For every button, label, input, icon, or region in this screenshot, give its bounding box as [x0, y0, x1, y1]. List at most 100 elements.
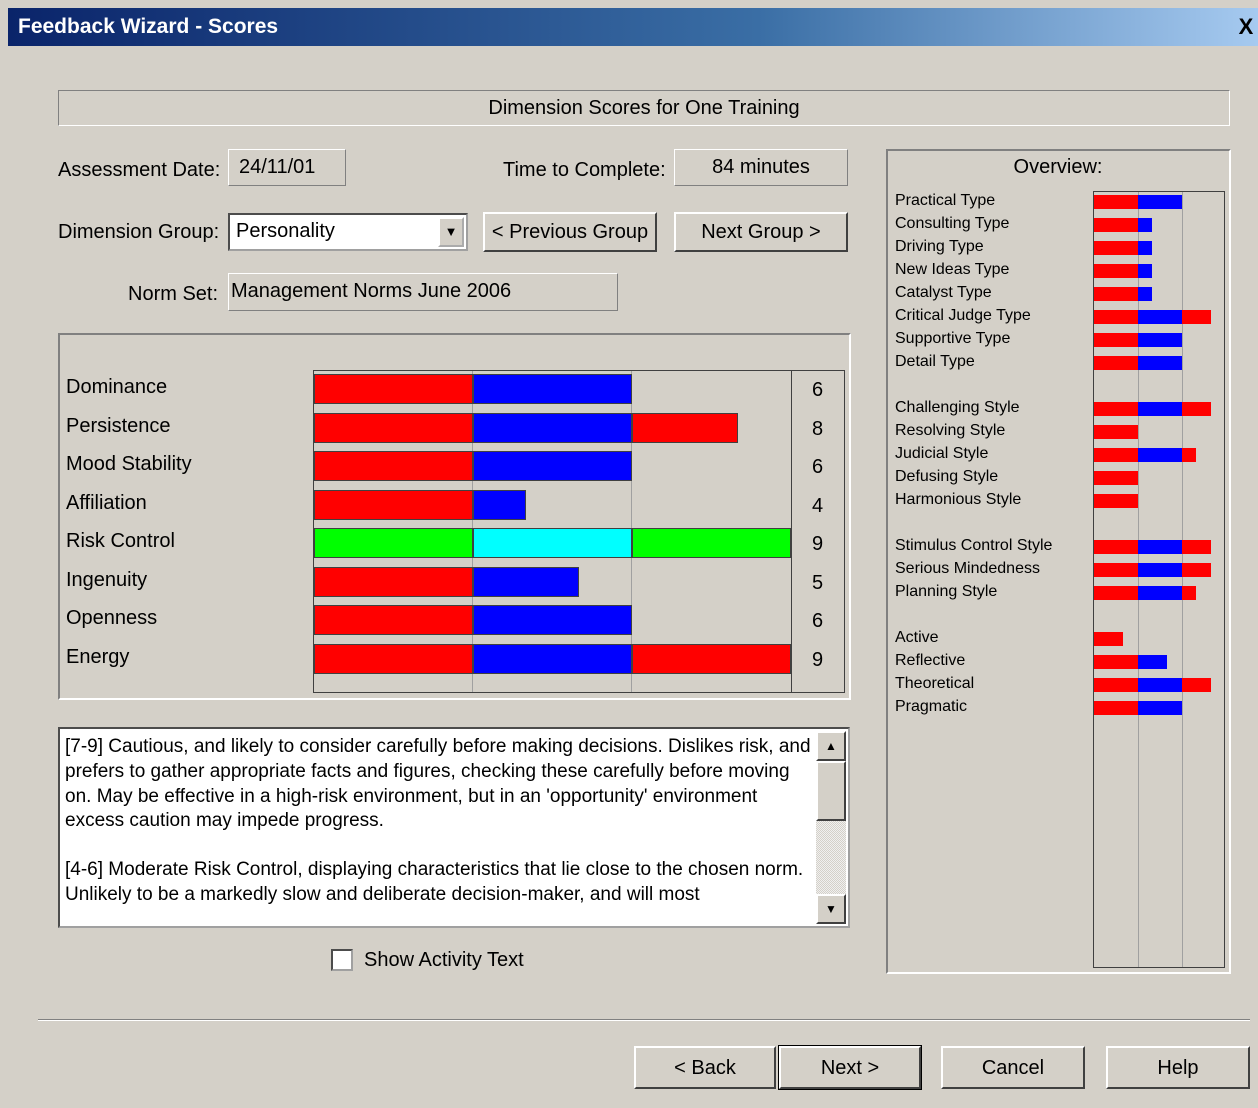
overview-bar-segment [1138, 655, 1167, 669]
overview-bar-segment [1138, 563, 1182, 577]
overview-chart-area [1093, 191, 1225, 968]
score-bar-segment[interactable] [473, 451, 632, 481]
score-bar-segment[interactable] [473, 605, 632, 635]
score-bar-segment[interactable] [632, 412, 738, 443]
score-bar-segment[interactable] [473, 489, 526, 520]
description-scrollbar[interactable]: ▲ ▼ [816, 731, 846, 924]
score-bar-segment[interactable] [632, 528, 791, 558]
overview-item-label: Planning Style [895, 583, 998, 600]
score-label[interactable]: Energy [66, 645, 129, 669]
score-value: 6 [812, 379, 824, 401]
score-bar-segment[interactable] [314, 528, 473, 558]
overview-item-label: Consulting Type [895, 215, 1010, 232]
overview-bar-segment [1138, 701, 1182, 715]
overview-item-label: Detail Type [895, 353, 975, 370]
scroll-up-icon[interactable]: ▲ [816, 731, 846, 761]
overview-bar-segment [1094, 586, 1138, 600]
overview-bar-segment [1138, 264, 1153, 278]
overview-bar-segment [1094, 632, 1124, 646]
score-label[interactable]: Risk Control [66, 529, 175, 553]
score-bar-segment[interactable] [314, 566, 473, 597]
score-bar-segment[interactable] [314, 412, 473, 443]
description-paragraph-1: [7-9] Cautious, and likely to consider c… [65, 736, 811, 832]
overview-bar-segment [1094, 678, 1138, 692]
overview-bar-segment [1094, 540, 1138, 554]
next-group-button[interactable]: Next Group > [674, 212, 848, 252]
score-label[interactable]: Mood Stability [66, 452, 192, 476]
help-button[interactable]: Help [1106, 1046, 1250, 1089]
norm-set-value: Management Norms June 2006 [228, 273, 618, 311]
score-bar-segment[interactable] [473, 566, 579, 597]
overview-gridline [1138, 192, 1139, 967]
norm-set-label: Norm Set: [128, 283, 219, 305]
score-bar-segment[interactable] [473, 374, 632, 404]
overview-item-label: Active [895, 629, 939, 646]
dimension-group-select[interactable]: Personality ▼ [228, 213, 468, 251]
overview-bar-segment [1094, 195, 1138, 209]
overview-item-label: Serious Mindedness [895, 560, 1040, 577]
overview-bar-segment [1094, 471, 1138, 485]
score-bar-segment[interactable] [473, 528, 632, 558]
next-button[interactable]: Next > [778, 1045, 922, 1090]
score-value: 6 [812, 610, 824, 632]
dimension-group-label: Dimension Group: [58, 221, 220, 243]
previous-group-button[interactable]: < Previous Group [483, 212, 657, 252]
score-value: 9 [812, 533, 824, 555]
cancel-button[interactable]: Cancel [941, 1046, 1085, 1089]
overview-bar-segment [1094, 356, 1138, 370]
overview-item-label: Catalyst Type [895, 284, 992, 301]
overview-item-label: Critical Judge Type [895, 307, 1031, 324]
dropdown-arrow-icon[interactable]: ▼ [438, 217, 464, 247]
overview-bar-segment [1094, 310, 1138, 324]
score-label[interactable]: Openness [66, 606, 157, 630]
section-heading: Dimension Scores for One Training [58, 90, 1230, 126]
close-icon[interactable]: X [1234, 10, 1258, 44]
dimension-description[interactable]: [7-9] Cautious, and likely to consider c… [58, 727, 850, 928]
score-bar-segment[interactable] [314, 489, 473, 520]
overview-item-label: Stimulus Control Style [895, 537, 1053, 554]
window-title: Feedback Wizard - Scores [18, 15, 279, 38]
scroll-down-icon[interactable]: ▼ [816, 894, 846, 924]
chart-score-divider [791, 371, 792, 692]
show-activity-text-checkbox[interactable] [331, 949, 353, 971]
overview-bar-segment [1138, 448, 1182, 462]
overview-title: Overview: [1013, 156, 1103, 178]
score-label[interactable]: Affiliation [66, 491, 147, 515]
overview-item-label: Judicial Style [895, 445, 989, 462]
back-button[interactable]: < Back [634, 1046, 776, 1089]
overview-bar-segment [1182, 540, 1211, 554]
scroll-thumb[interactable] [816, 761, 846, 821]
score-label[interactable]: Persistence [66, 414, 171, 438]
overview-item-label: Driving Type [895, 238, 984, 255]
overview-bar-segment [1094, 448, 1138, 462]
overview-bar-segment [1138, 586, 1182, 600]
score-bar-segment[interactable] [632, 643, 791, 674]
time-to-complete-label: Time to Complete: [503, 159, 666, 181]
score-bar-segment[interactable] [473, 412, 632, 443]
overview-item-label: New Ideas Type [895, 261, 1010, 278]
overview-bar-segment [1094, 333, 1138, 347]
show-activity-text-label[interactable]: Show Activity Text [364, 948, 524, 972]
assessment-date-label: Assessment Date: [58, 159, 221, 181]
overview-item-label: Resolving Style [895, 422, 1006, 439]
overview-bar-segment [1182, 678, 1211, 692]
overview-bar-segment [1138, 540, 1182, 554]
overview-item-label: Challenging Style [895, 399, 1020, 416]
score-bar-segment[interactable] [314, 374, 473, 404]
overview-bar-segment [1182, 310, 1211, 324]
overview-item-label: Reflective [895, 652, 966, 669]
overview-item-label: Practical Type [895, 192, 996, 209]
description-text: [7-9] Cautious, and likely to consider c… [65, 735, 817, 932]
overview-item-label: Supportive Type [895, 330, 1011, 347]
overview-bar-segment [1094, 287, 1138, 301]
overview-bar-segment [1094, 425, 1138, 439]
score-label[interactable]: Dominance [66, 375, 167, 399]
assessment-date-value: 24/11/01 [228, 149, 346, 186]
score-bar-segment[interactable] [314, 643, 473, 674]
score-bar-segment[interactable] [473, 643, 632, 674]
score-bar-segment[interactable] [314, 605, 473, 635]
overview-bar-segment [1094, 402, 1138, 416]
score-label[interactable]: Ingenuity [66, 568, 147, 592]
score-bar-segment[interactable] [314, 451, 473, 481]
overview-gridline [1182, 192, 1183, 967]
